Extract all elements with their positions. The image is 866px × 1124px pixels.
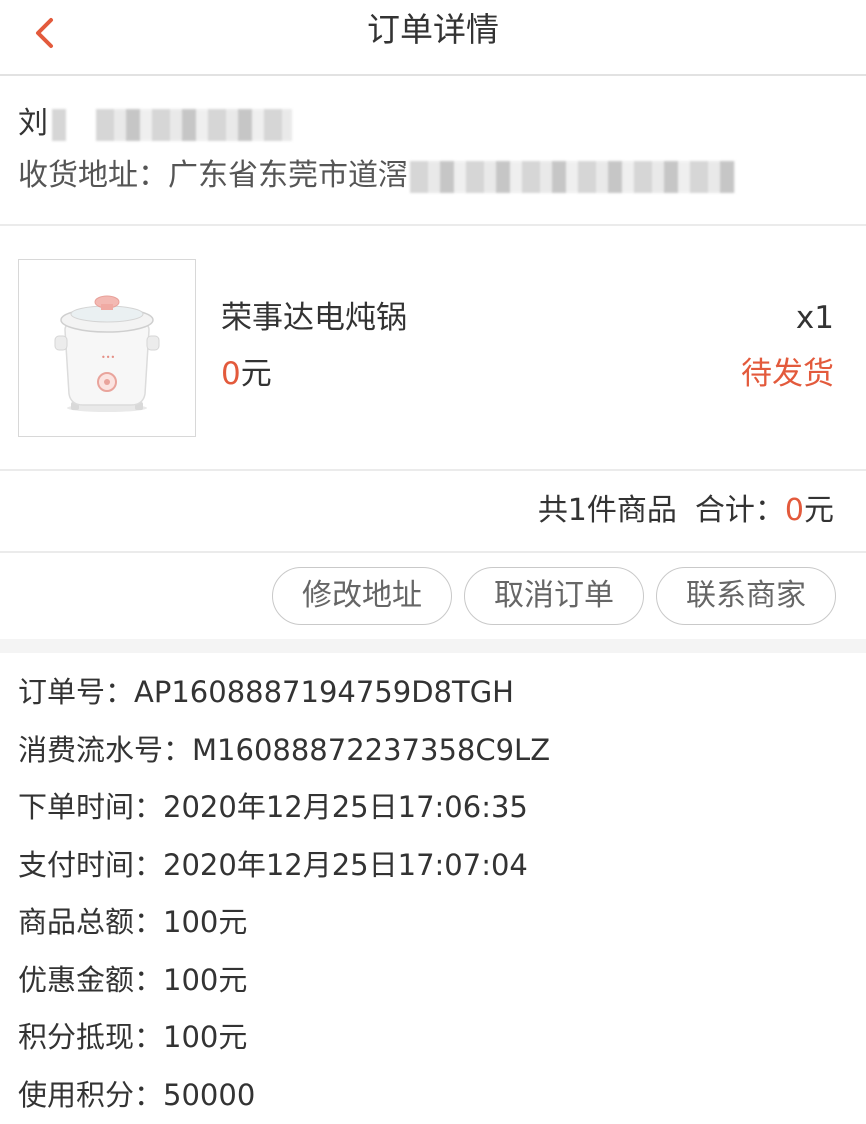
order-number-row: 订单号：AP1608887194759D8TGH — [18, 664, 848, 722]
info-label: 支付时间： — [18, 848, 163, 882]
slow-cooker-image: ••• — [19, 260, 195, 436]
points-used-row: 使用积分：50000 — [18, 1067, 848, 1124]
product-price-value: 0 — [221, 356, 241, 392]
total-label: 合计： — [695, 493, 785, 528]
nav-header: 订单详情 — [0, 0, 866, 76]
info-value: 2020年12月25日17:06:35 — [163, 790, 528, 824]
page-title: 订单详情 — [0, 8, 866, 52]
info-label: 使用积分： — [18, 1078, 163, 1112]
info-value: M16088872237358C9LZ — [192, 733, 550, 767]
order-actions: 修改地址 取消订单 联系商家 — [0, 553, 866, 639]
payment-time-row: 支付时间：2020年12月25日17:07:04 — [18, 837, 848, 895]
address-line: 收货地址：广东省东莞市道滘 — [18, 156, 735, 196]
discount-amount-row: 优惠金额：100元 — [18, 952, 848, 1010]
product-item[interactable]: ••• 荣事达电炖锅 0元 x1 待发货 — [0, 226, 866, 471]
product-price: 0元 — [221, 354, 272, 394]
cancel-order-button[interactable]: 取消订单 — [464, 567, 644, 625]
address-text: 广东省东莞市道滘 — [168, 158, 408, 193]
info-label: 下单时间： — [18, 790, 163, 824]
section-divider — [0, 639, 866, 653]
item-count: 共1件商品 — [538, 493, 677, 528]
order-status: 待发货 — [741, 354, 834, 394]
order-total-row: 共1件商品合计：0元 — [0, 471, 866, 553]
info-value: AP1608887194759D8TGH — [134, 675, 514, 709]
info-value: 100元 — [163, 1020, 247, 1054]
goods-total-row: 商品总额：100元 — [18, 894, 848, 952]
modify-address-button[interactable]: 修改地址 — [272, 567, 452, 625]
product-quantity: x1 — [796, 298, 834, 338]
info-value: 2020年12月25日17:07:04 — [163, 848, 528, 882]
info-label: 消费流水号： — [18, 733, 192, 767]
info-value: 100元 — [163, 963, 247, 997]
redacted-name — [52, 109, 66, 141]
recipient-name-text: 刘 — [18, 106, 48, 141]
order-total: 共1件商品合计：0元 — [538, 491, 834, 531]
transaction-number-row: 消费流水号：M16088872237358C9LZ — [18, 722, 848, 780]
info-label: 订单号： — [18, 675, 134, 709]
info-value: 50000 — [163, 1078, 255, 1112]
points-cash-row: 积分抵现：100元 — [18, 1009, 848, 1067]
contact-seller-button[interactable]: 联系商家 — [656, 567, 836, 625]
svg-text:•••: ••• — [101, 353, 115, 362]
redacted-address — [410, 161, 735, 193]
info-label: 商品总额： — [18, 905, 163, 939]
recipient-name: 刘 — [18, 104, 292, 144]
order-info-list: 订单号：AP1608887194759D8TGH 消费流水号：M16088872… — [18, 664, 848, 1124]
product-image: ••• — [18, 259, 196, 437]
shipping-address-section[interactable]: 刘 收货地址：广东省东莞市道滘 — [0, 76, 866, 226]
info-label: 优惠金额： — [18, 963, 163, 997]
order-time-row: 下单时间：2020年12月25日17:06:35 — [18, 779, 848, 837]
product-name: 荣事达电炖锅 — [221, 298, 407, 338]
info-label: 积分抵现： — [18, 1020, 163, 1054]
total-unit: 元 — [804, 493, 834, 528]
total-value: 0 — [785, 493, 804, 528]
info-value: 100元 — [163, 905, 247, 939]
redacted-phone — [96, 109, 292, 141]
product-price-unit: 元 — [241, 356, 272, 392]
address-label: 收货地址： — [18, 158, 168, 193]
